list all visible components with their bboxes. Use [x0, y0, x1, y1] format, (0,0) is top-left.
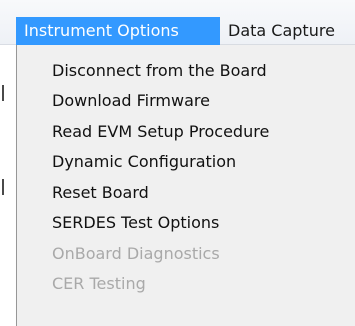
menu-item-reset-board[interactable]: Reset Board: [52, 179, 149, 207]
menu-item-disconnect-from-board[interactable]: Disconnect from the Board: [52, 57, 267, 85]
menu-instrument-options[interactable]: Instrument Options: [16, 17, 220, 45]
application-window: Instrument Options Data Capture Disconne…: [0, 0, 355, 326]
menu-icon-gutter: [17, 45, 45, 326]
background-window-edge: [0, 45, 15, 326]
menu-item-onboard-diagnostics: OnBoard Diagnostics: [52, 244, 220, 263]
menu-bar: Instrument Options Data Capture: [0, 0, 355, 45]
menu-item-download-firmware[interactable]: Download Firmware: [52, 87, 210, 115]
instrument-options-dropdown: Disconnect from the Board Download Firmw…: [16, 45, 355, 326]
background-edge-mark: [2, 85, 4, 101]
background-edge-mark: [2, 179, 4, 195]
menu-item-serdes-test-options[interactable]: SERDES Test Options: [52, 209, 219, 237]
menu-item-cer-testing: CER Testing: [52, 274, 146, 293]
menu-item-read-evm-setup-procedure[interactable]: Read EVM Setup Procedure: [52, 118, 269, 146]
menu-item-dynamic-configuration[interactable]: Dynamic Configuration: [52, 148, 236, 176]
menu-data-capture[interactable]: Data Capture: [228, 17, 355, 45]
